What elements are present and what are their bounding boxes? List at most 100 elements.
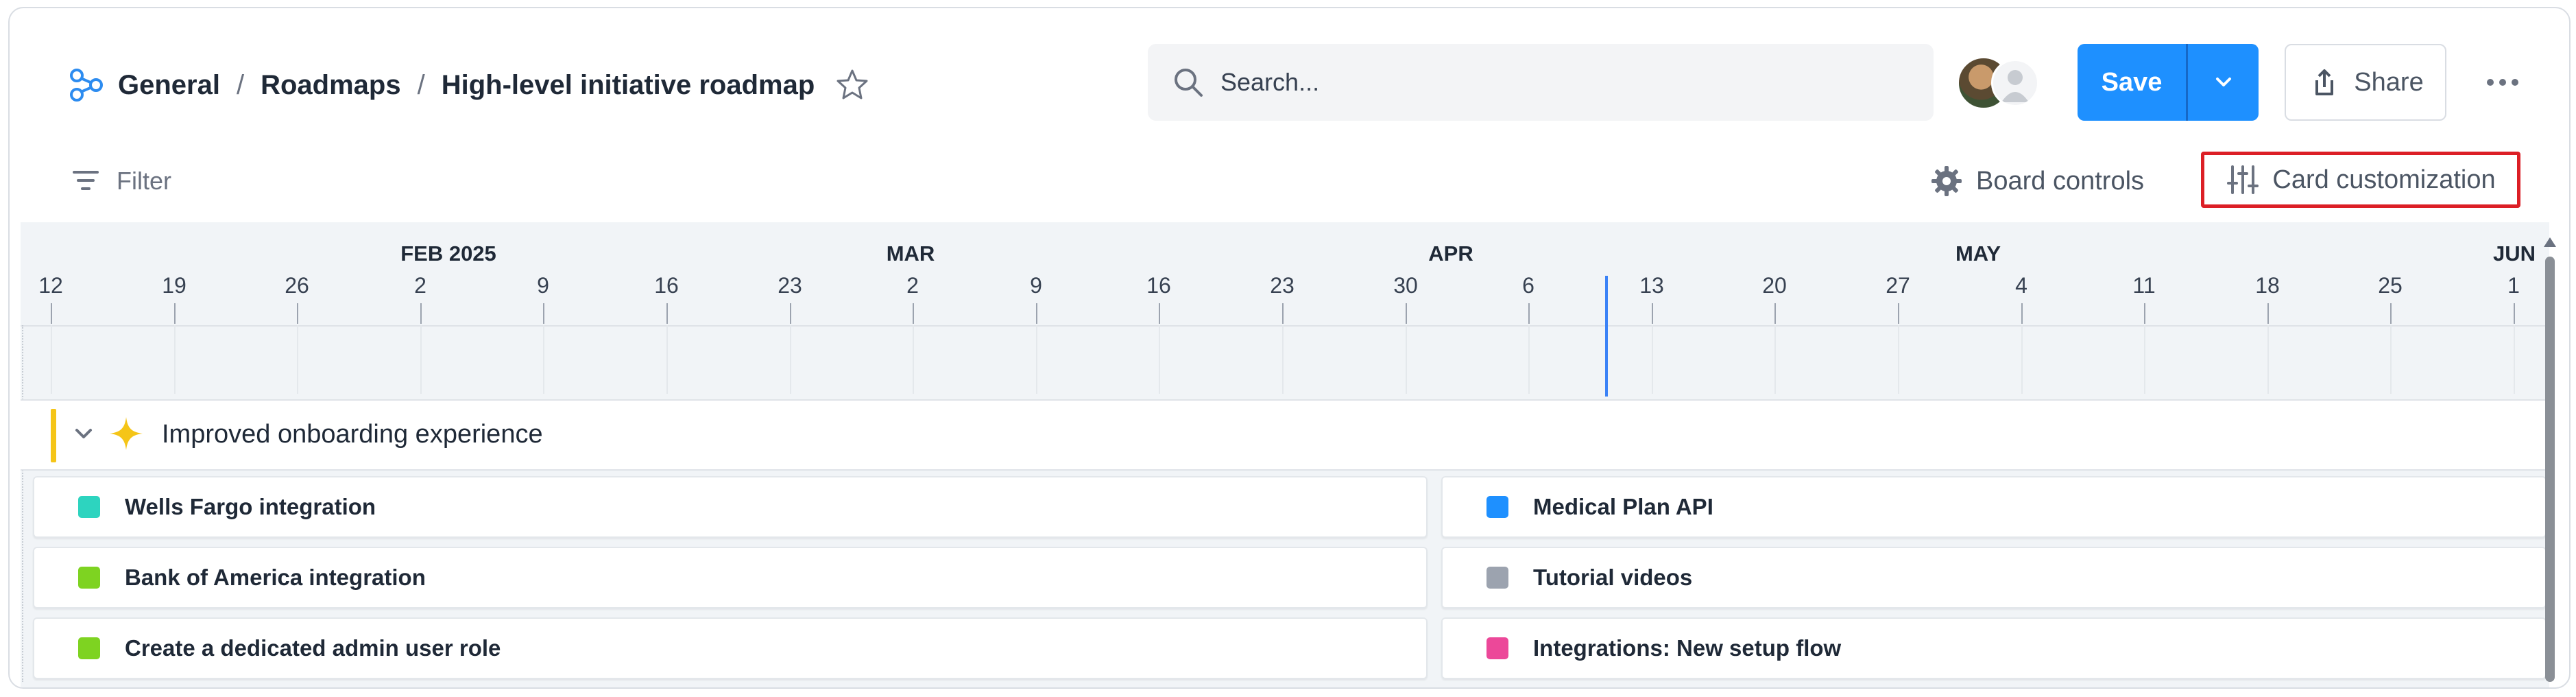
card-customization-label: Card customization: [2272, 165, 2496, 194]
status-color-square: [1486, 637, 1508, 659]
card-customization-button[interactable]: Card customization: [2201, 152, 2520, 208]
week-tick: [790, 303, 791, 324]
week-tick: [297, 303, 298, 324]
breadcrumb-separator: /: [236, 69, 245, 100]
feature-card[interactable]: Medical Plan API: [1441, 476, 2547, 538]
breadcrumb-general[interactable]: General: [118, 70, 220, 101]
day-label: 12: [38, 273, 63, 298]
day-label: 30: [1393, 273, 1418, 298]
scroll-up-arrow-icon[interactable]: [2544, 237, 2556, 247]
search-bar[interactable]: [1148, 44, 1934, 121]
day-label: 13: [1639, 273, 1664, 298]
week-gridline: [1159, 325, 1160, 394]
week-tick: [1774, 303, 1776, 324]
day-label: 20: [1762, 273, 1787, 298]
week-gridline: [1406, 325, 1407, 394]
week-gridline: [790, 325, 791, 394]
week-tick: [2267, 303, 2269, 324]
week-gridline: [297, 325, 298, 394]
week-tick: [51, 303, 52, 324]
workspace-logo-icon: [70, 69, 103, 102]
day-label: 25: [2378, 273, 2403, 298]
week-tick: [543, 303, 544, 324]
week-gridline: [1036, 325, 1037, 394]
more-options-icon[interactable]: [2482, 67, 2523, 97]
filter-button[interactable]: Filter: [70, 161, 171, 202]
week-tick: [1898, 303, 1899, 324]
month-label: APR: [1428, 241, 1473, 265]
timeline-header: FEB 2025 MAR APR MAY JUN 12 19 26 2 9 16 23 2 9 16 23 30…: [21, 222, 2549, 327]
search-input[interactable]: [1219, 67, 1839, 97]
feature-card[interactable]: Bank of America integration: [33, 547, 1428, 609]
breadcrumb-separator: /: [417, 69, 425, 100]
card-title: Create a dedicated admin user role: [125, 635, 501, 661]
week-tick: [2021, 303, 2023, 324]
week-tick: [2390, 303, 2392, 324]
day-label: 19: [162, 273, 186, 298]
day-label: 9: [1030, 273, 1042, 298]
week-gridline: [1774, 325, 1776, 394]
week-gridline: [1282, 325, 1284, 394]
breadcrumb-roadmaps[interactable]: Roadmaps: [261, 70, 401, 101]
sliders-icon: [2227, 165, 2259, 194]
day-label: 6: [1522, 273, 1534, 298]
status-color-square: [1486, 496, 1508, 518]
week-tick: [1036, 303, 1037, 324]
month-label: JUN: [2492, 241, 2536, 265]
day-label: 23: [1270, 273, 1295, 298]
star-icon[interactable]: [834, 67, 871, 104]
feature-card[interactable]: Wells Fargo integration: [33, 476, 1428, 538]
status-color-square: [78, 496, 100, 518]
day-label: 1: [2507, 273, 2520, 298]
share-button[interactable]: Share: [2285, 44, 2446, 121]
week-tick: [1159, 303, 1160, 324]
day-label: 27: [1886, 273, 1910, 298]
week-gridline: [2390, 325, 2392, 394]
day-label: 4: [2015, 273, 2027, 298]
save-dropdown-button[interactable]: [2188, 44, 2259, 121]
share-icon: [2315, 69, 2334, 95]
day-label: 26: [285, 273, 309, 298]
filter-label: Filter: [117, 167, 171, 195]
initiative-row[interactable]: Improved onboarding experience: [21, 399, 2547, 471]
status-color-square: [78, 637, 100, 659]
month-label: MAY: [1955, 241, 2001, 265]
app-window: General / Roadmaps / High-level initiati…: [8, 7, 2571, 689]
week-gridline: [2514, 325, 2515, 394]
week-tick: [1406, 303, 1407, 324]
initiative-title: Improved onboarding experience: [162, 420, 543, 449]
share-label: Share: [2354, 67, 2424, 97]
page-title[interactable]: High-level initiative roadmap: [442, 70, 815, 101]
week-gridline: [1898, 325, 1899, 394]
chevron-down-icon: [2215, 78, 2231, 86]
timeline-board: FEB 2025 MAR APR MAY JUN 12 19 26 2 9 16 23 2 9 16 23 30…: [21, 222, 2549, 687]
today-marker: [1605, 276, 1608, 397]
card-title: Medical Plan API: [1533, 494, 1713, 519]
week-gridline: [1652, 325, 1653, 394]
chevron-down-icon[interactable]: [73, 423, 95, 445]
week-gridline: [2144, 325, 2145, 394]
month-label: FEB 2025: [400, 241, 496, 265]
scrollbar-thumb[interactable]: [2545, 257, 2555, 682]
filter-icon: [73, 171, 99, 190]
week-tick: [666, 303, 668, 324]
week-gridline: [543, 325, 544, 394]
initiative-color-bar: [51, 409, 56, 462]
search-icon: [1175, 69, 1203, 97]
board-controls-label: Board controls: [1976, 166, 2145, 196]
day-label: 16: [1146, 273, 1171, 298]
week-gridline: [420, 325, 422, 394]
week-tick: [1652, 303, 1653, 324]
week-tick: [913, 303, 914, 324]
avatar-placeholder-icon[interactable]: [1991, 59, 2039, 107]
day-label: 9: [537, 273, 549, 298]
save-button[interactable]: Save: [2078, 44, 2186, 121]
gear-icon: [1931, 166, 1962, 196]
feature-card[interactable]: Integrations: New setup flow: [1441, 617, 2547, 679]
board-controls-button[interactable]: Board controls: [1929, 161, 2144, 202]
feature-card[interactable]: Create a dedicated admin user role: [33, 617, 1428, 679]
day-label: 11: [2132, 273, 2156, 298]
feature-card[interactable]: Tutorial videos: [1441, 547, 2547, 609]
card-title: Tutorial videos: [1533, 565, 1693, 590]
collaborator-avatars[interactable]: [1957, 56, 2039, 111]
